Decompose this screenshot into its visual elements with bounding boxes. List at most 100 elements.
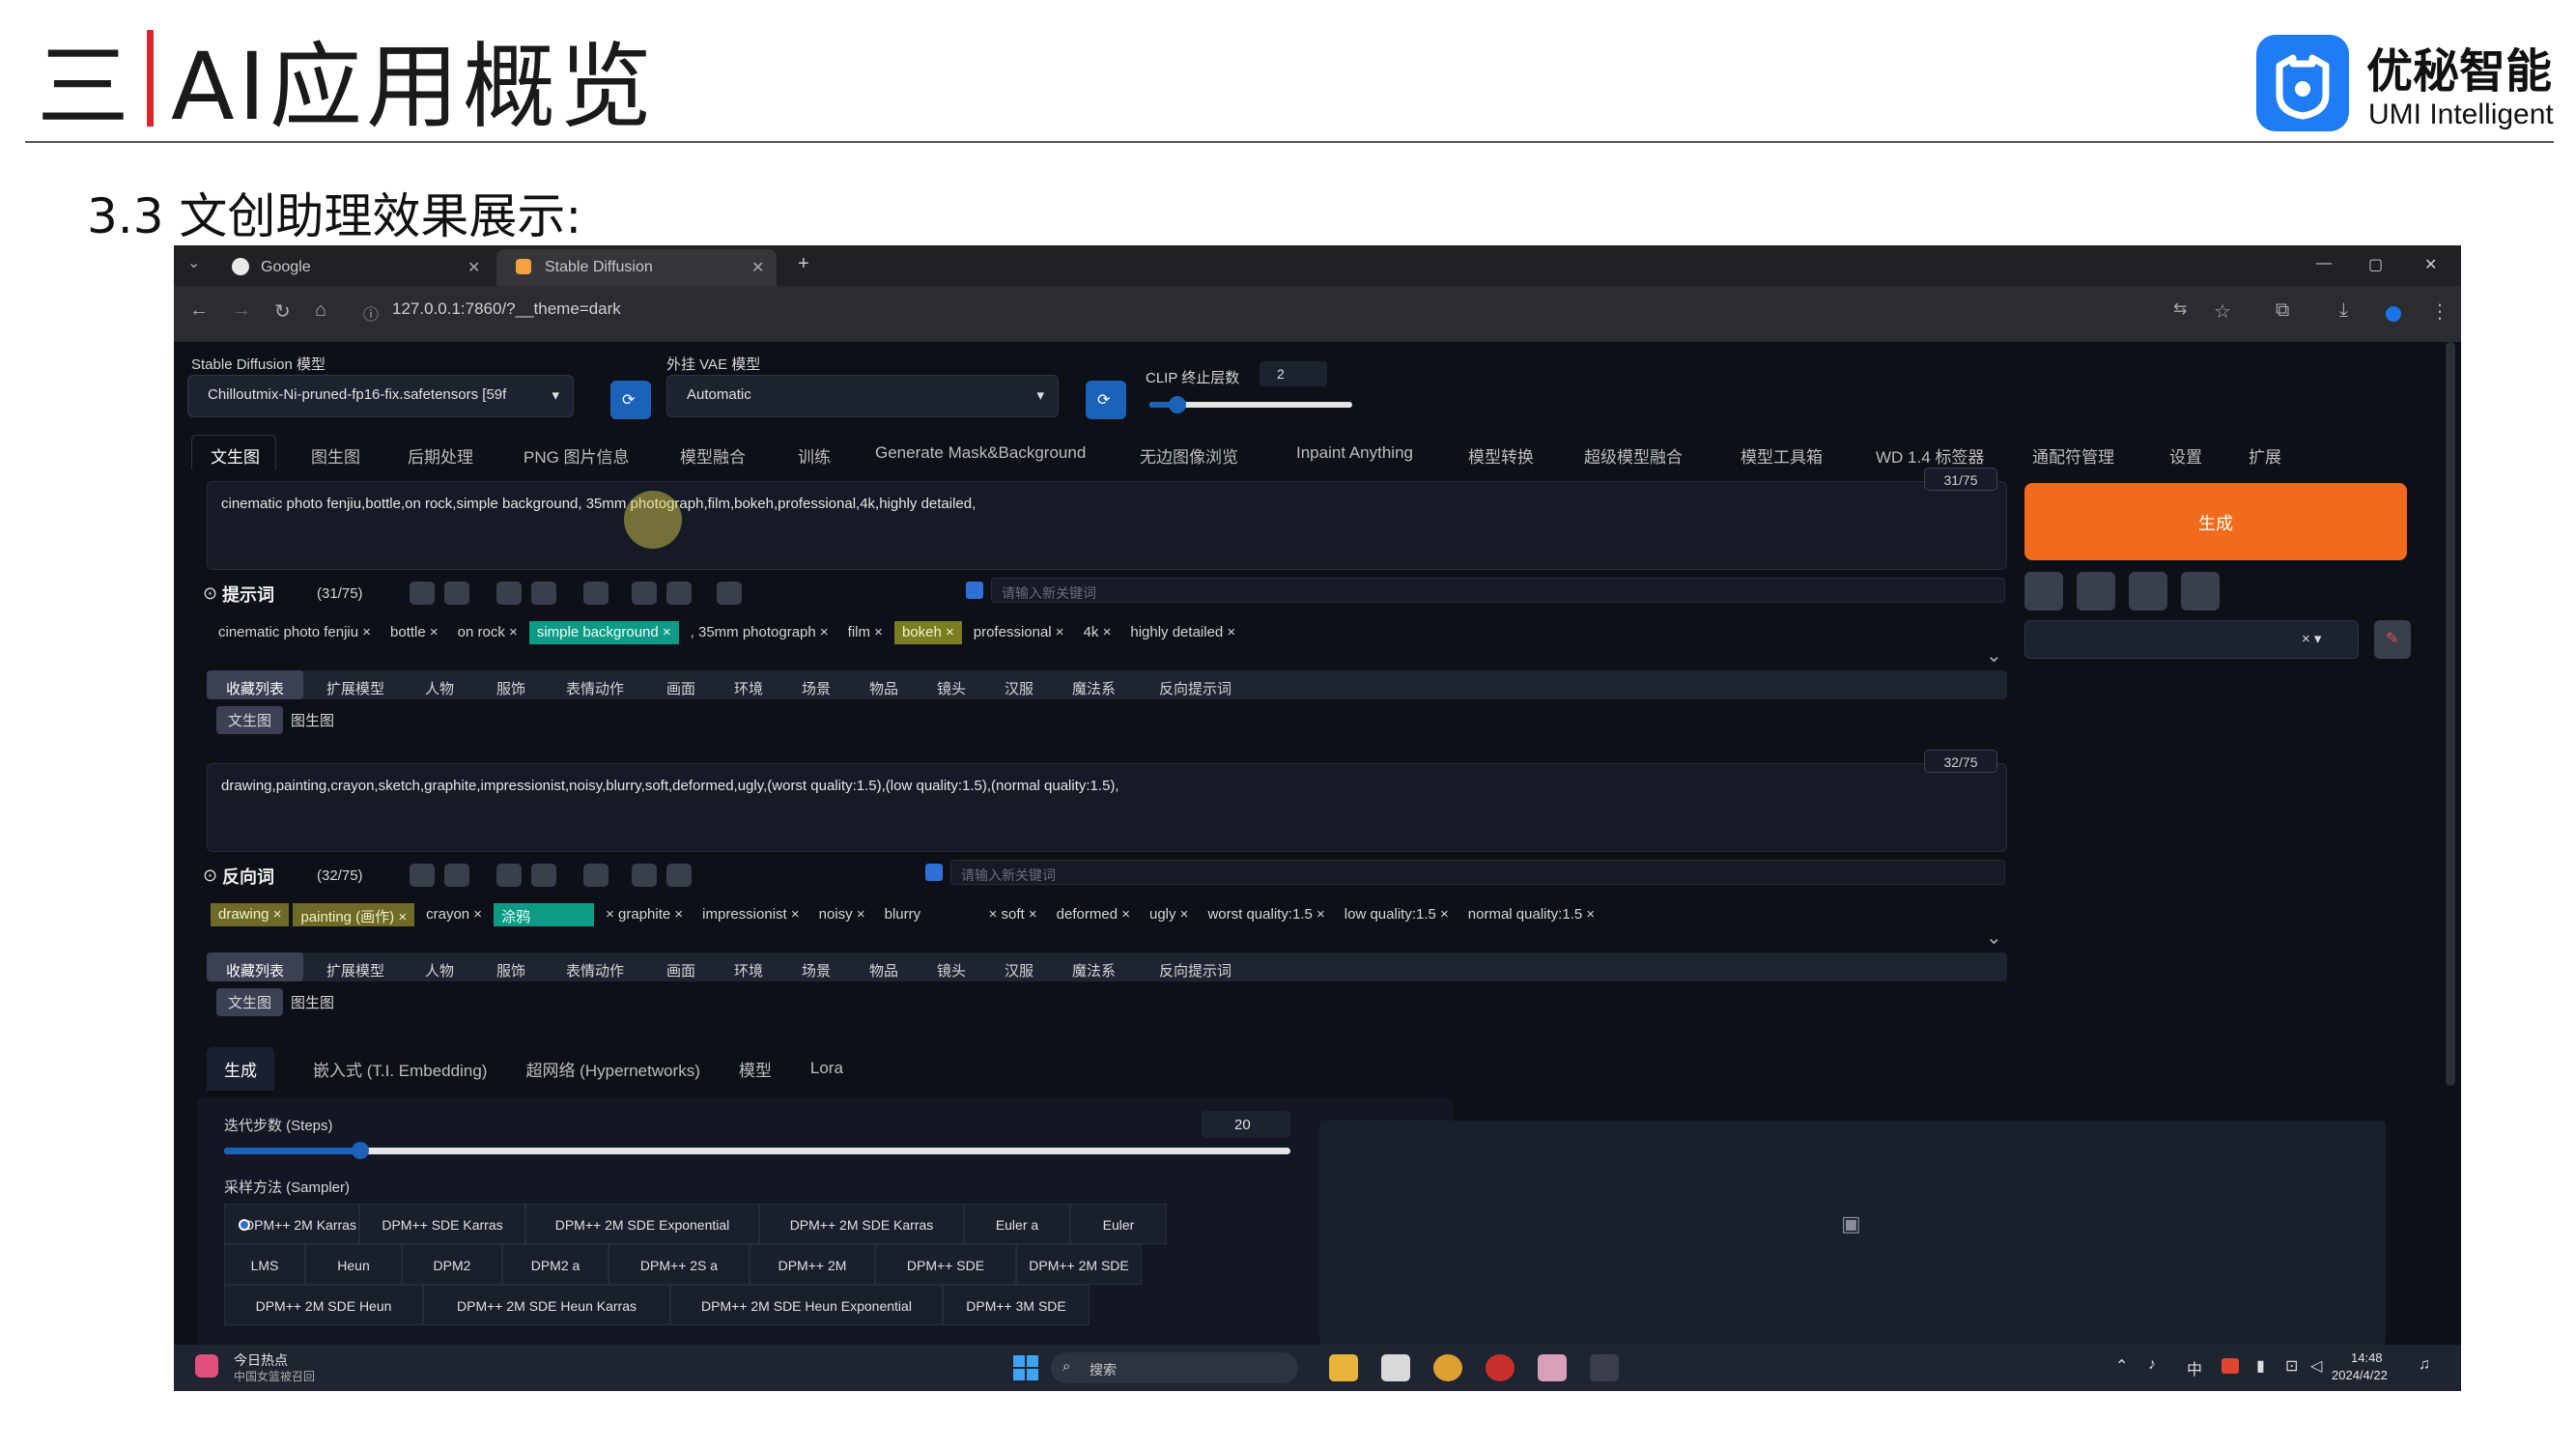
sampler-option[interactable]: DPM++ 2M xyxy=(750,1244,875,1285)
slider-thumb[interactable] xyxy=(352,1142,369,1159)
chrome-icon[interactable] xyxy=(1433,1354,1462,1381)
tag[interactable]: × graphite × xyxy=(598,903,691,926)
subtab-txt2img[interactable]: 文生图 xyxy=(216,705,284,734)
generate-button[interactable]: 生成 xyxy=(2024,483,2407,560)
collapse-icon[interactable]: ⊙ xyxy=(203,583,217,604)
translate-icon[interactable] xyxy=(410,582,435,605)
tray-expand-icon[interactable]: ⌃ xyxy=(2115,1356,2128,1376)
close-tab-icon[interactable]: ✕ xyxy=(467,258,480,277)
tab-lora[interactable]: Lora xyxy=(810,1059,843,1078)
paste-icon[interactable] xyxy=(531,582,556,605)
sampler-option[interactable]: DPM++ 2M SDE xyxy=(1016,1244,1142,1285)
category-people[interactable]: 人物 xyxy=(425,960,454,980)
subtab-txt2img[interactable]: 文生图 xyxy=(216,987,284,1016)
sampler-option[interactable]: Heun xyxy=(305,1244,402,1285)
sd-model-dropdown[interactable]: Chilloutmix-Ni-pruned-fp16-fix.safetenso… xyxy=(187,375,574,417)
category-extended-models[interactable]: 扩展模型 xyxy=(326,960,384,980)
sampler-option[interactable]: Euler a xyxy=(964,1204,1070,1244)
vae-dropdown[interactable]: Automatic ▾ xyxy=(666,375,1059,417)
tab-checkpoints[interactable]: 模型 xyxy=(739,1057,772,1081)
restore-button[interactable]: ▢ xyxy=(2368,255,2383,274)
style-dropdown[interactable]: × ▾ xyxy=(2024,620,2359,659)
category-magic[interactable]: 魔法系 xyxy=(1072,678,1116,698)
copy-icon[interactable] xyxy=(496,582,522,605)
tab-model-toolkit[interactable]: 模型工具箱 xyxy=(1741,443,1823,468)
sampler-option[interactable]: DPM2 a xyxy=(502,1244,609,1285)
store-icon[interactable] xyxy=(1381,1354,1410,1381)
tab-inpaint-anything[interactable]: Inpaint Anything xyxy=(1296,443,1413,463)
profile-avatar[interactable] xyxy=(2386,306,2401,322)
category-objects[interactable]: 物品 xyxy=(869,960,898,980)
tab-settings[interactable]: 设置 xyxy=(2169,443,2202,468)
download-icon[interactable]: ⤓ xyxy=(2339,299,2348,322)
battery-icon[interactable]: ▮ xyxy=(2256,1356,2265,1376)
gpt-icon[interactable] xyxy=(717,582,742,605)
notification-bell-icon[interactable]: ♫ xyxy=(2419,1356,2430,1374)
new-tab-button[interactable]: + xyxy=(798,253,809,275)
news-widget-icon[interactable] xyxy=(195,1354,218,1378)
sampler-option[interactable]: DPM++ 2S a xyxy=(609,1244,750,1285)
tag[interactable]: × soft × xyxy=(981,903,1045,926)
file-explorer-icon[interactable] xyxy=(1329,1354,1358,1381)
clip-skip-input[interactable]: 2 xyxy=(1260,361,1327,386)
news-title[interactable]: 今日热点 xyxy=(234,1350,288,1370)
url-field[interactable]: 127.0.0.1:7860/?__theme=dark xyxy=(392,299,621,319)
category-environment[interactable]: 环境 xyxy=(734,960,763,980)
sampler-option[interactable]: DPM++ SDE Karras xyxy=(359,1204,525,1244)
tag[interactable]: crayon × xyxy=(418,903,490,926)
trash-icon[interactable] xyxy=(666,864,692,887)
category-scene[interactable]: 场景 xyxy=(802,678,831,698)
app-icon[interactable] xyxy=(1538,1354,1567,1381)
recorder-icon[interactable] xyxy=(1486,1354,1514,1381)
tag[interactable]: professional × xyxy=(966,621,1072,644)
category-favorites[interactable]: 收藏列表 xyxy=(207,952,304,981)
favorite-icon[interactable] xyxy=(632,582,657,605)
favorite-icon[interactable] xyxy=(632,864,657,887)
tag[interactable]: cinematic photo fenjiu × xyxy=(211,621,379,644)
category-favorites[interactable]: 收藏列表 xyxy=(207,670,304,699)
tab-model-merge[interactable]: 模型融合 xyxy=(680,443,746,468)
translate-icon[interactable]: ⇆ xyxy=(2173,299,2187,319)
tab-wildcards[interactable]: 通配符管理 xyxy=(2032,443,2114,468)
clear-selection-icon[interactable]: × ▾ xyxy=(2302,630,2321,647)
tab-img2img[interactable]: 图生图 xyxy=(311,443,360,468)
tab-extensions[interactable]: 扩展 xyxy=(2249,443,2281,468)
copy-icon[interactable] xyxy=(496,864,522,887)
sampler-option[interactable]: DPM++ 2M SDE Heun xyxy=(224,1285,423,1325)
tag-highlighted[interactable]: 涂鸦 xyxy=(494,903,595,926)
close-tab-icon[interactable]: ✕ xyxy=(751,258,764,277)
positive-prompt-input[interactable]: cinematic photo fenjiu,bottle,on rock,si… xyxy=(207,481,2007,570)
expand-icon[interactable]: ⌄ xyxy=(1986,925,2002,950)
sampler-option[interactable]: DPM++ 3M SDE xyxy=(943,1285,1090,1325)
tag[interactable]: low quality:1.5 × xyxy=(1337,903,1457,926)
sampler-option[interactable]: LMS xyxy=(224,1244,305,1285)
sampler-option[interactable]: DPM++ 2M SDE Heun Karras xyxy=(423,1285,670,1325)
tag[interactable]: worst quality:1.5 × xyxy=(1200,903,1332,926)
category-expressions[interactable]: 表情动作 xyxy=(566,678,624,698)
negative-prompt-input[interactable]: drawing,painting,crayon,sketch,graphite,… xyxy=(207,763,2007,852)
tab-list-icon[interactable]: ⌄ xyxy=(187,253,200,272)
steps-input[interactable]: 20 xyxy=(1202,1111,1290,1138)
clock-date[interactable]: 2024/4/22 xyxy=(2332,1368,2388,1382)
tag[interactable]: noisy × xyxy=(811,903,873,926)
back-icon[interactable]: ← xyxy=(189,299,209,322)
apply-style-icon[interactable] xyxy=(2024,572,2063,611)
tab-generation[interactable]: 生成 xyxy=(207,1046,274,1091)
settings-icon[interactable] xyxy=(444,864,469,887)
forward-icon[interactable]: → xyxy=(232,299,251,322)
bookmark-star-icon[interactable]: ☆ xyxy=(2214,299,2231,324)
history-icon[interactable] xyxy=(583,582,609,605)
category-negative[interactable]: 反向提示词 xyxy=(1159,960,1231,980)
translate-icon[interactable] xyxy=(410,864,435,887)
tab-txt2img[interactable]: 文生图 xyxy=(211,443,260,468)
refresh-vae-button[interactable]: ⟳ xyxy=(1086,381,1126,419)
tag[interactable]: impressionist × xyxy=(694,903,807,926)
tab-png-info[interactable]: PNG 图片信息 xyxy=(524,443,630,468)
browser-tab-sd[interactable]: Stable Diffusion ✕ xyxy=(496,249,777,286)
history-icon[interactable] xyxy=(583,864,609,887)
taskbar-search[interactable]: ⌕ 搜索 xyxy=(1051,1352,1298,1383)
keyword-checkbox[interactable] xyxy=(925,864,943,881)
expand-icon[interactable]: ⌄ xyxy=(1986,643,2002,668)
subtab-img2img[interactable]: 图生图 xyxy=(291,710,334,730)
tag[interactable]: blurry xyxy=(877,903,977,926)
